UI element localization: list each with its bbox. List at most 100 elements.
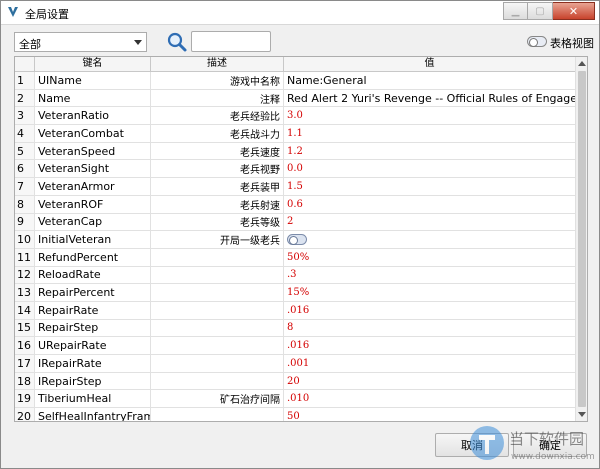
value-cell[interactable]: 3.0 — [284, 107, 575, 124]
description-cell: 老兵装甲 — [151, 178, 284, 195]
description-cell: 老兵视野 — [151, 160, 284, 178]
chevron-down-icon — [134, 40, 142, 45]
key-cell: VeteranRatio — [35, 107, 151, 125]
value-cell[interactable]: .016 — [284, 302, 575, 319]
table-row[interactable]: 14 RepairRate .016 — [15, 301, 575, 320]
table-row[interactable]: 7 VeteranArmor 老兵装甲 1.5 — [15, 178, 575, 196]
value-cell[interactable]: .3 — [284, 267, 575, 284]
value-cell[interactable]: .001 — [284, 355, 575, 372]
table-row[interactable]: 11 RefundPercent 50% — [15, 248, 575, 267]
scroll-down-arrow-icon[interactable] — [578, 412, 586, 417]
row-number: 17 — [15, 355, 35, 372]
description-cell — [151, 408, 284, 421]
description-cell: 矿石治疗间隔 — [151, 390, 284, 408]
minimize-button[interactable]: ▁ — [503, 2, 528, 20]
close-button[interactable]: ✕ — [553, 2, 595, 20]
title-bar[interactable]: 全局设置 ▁ ▢ ✕ — [1, 1, 599, 25]
description-cell — [151, 266, 284, 284]
column-header-desc[interactable]: 描述 — [151, 57, 284, 72]
key-cell: IRepairStep — [35, 372, 151, 390]
description-cell: 游戏中名称 — [151, 72, 284, 89]
search-icon[interactable] — [166, 31, 188, 53]
ok-button[interactable]: 确定 — [513, 433, 587, 457]
table-row[interactable]: 19 TiberiumHeal 矿石治疗间隔 .010 — [15, 390, 575, 409]
key-cell: VeteranArmor — [35, 178, 151, 195]
table-row[interactable]: 17 IRepairRate .001 — [15, 355, 575, 373]
column-header-key[interactable]: 键名 — [35, 57, 151, 72]
table-row[interactable]: 15 RepairStep 8 — [15, 319, 575, 338]
value-cell[interactable]: 50 — [284, 408, 575, 421]
table-row[interactable]: 3 VeteranRatio 老兵经验比 3.0 — [15, 107, 575, 126]
value-cell[interactable]: Name:General — [284, 72, 575, 89]
value-cell[interactable]: 0.6 — [284, 196, 575, 213]
table-row[interactable]: 9 VeteranCap 老兵等级 2 — [15, 213, 575, 232]
key-cell: RepairRate — [35, 301, 151, 319]
app-logo-icon — [8, 7, 18, 17]
table-row[interactable]: 6 VeteranSight 老兵视野 0.0 — [15, 160, 575, 179]
maximize-button[interactable]: ▢ — [528, 2, 553, 20]
vertical-scrollbar[interactable] — [575, 57, 587, 421]
key-cell: VeteranCombat — [35, 125, 151, 142]
table-row[interactable]: 1 UIName 游戏中名称 Name:General — [15, 72, 575, 90]
table-row[interactable]: 2 Name 注释 Red Alert 2 Yuri's Revenge -- Off… — [15, 89, 575, 108]
value-cell[interactable]: 0.0 — [284, 160, 575, 177]
settings-window: 全局设置 ▁ ▢ ✕ 全部 表格视图 键名 描述 值 1 UIName 游戏中名称 N… — [0, 0, 600, 469]
window-title: 全局设置 — [25, 8, 69, 21]
filter-dropdown[interactable]: 全部 — [14, 32, 147, 52]
key-cell: InitialVeteran — [35, 231, 151, 248]
key-cell: RefundPercent — [35, 248, 151, 266]
search-input[interactable] — [191, 31, 271, 52]
value-cell[interactable] — [284, 231, 575, 248]
description-cell — [151, 319, 284, 337]
table-row[interactable]: 8 VeteranROF 老兵射速 0.6 — [15, 195, 575, 214]
table-body: 1 UIName 游戏中名称 Name:General 2 Name 注释 Red Alert… — [15, 72, 575, 421]
table-header: 键名 描述 值 — [15, 57, 587, 72]
table-row[interactable]: 10 InitialVeteran 开局一级老兵 — [15, 231, 575, 249]
value-cell[interactable]: 1.1 — [284, 125, 575, 142]
description-cell: 开局一级老兵 — [151, 231, 284, 248]
column-header-value[interactable]: 值 — [284, 57, 575, 72]
value-cell[interactable]: 20 — [284, 373, 575, 390]
initial-veteran-toggle[interactable] — [287, 234, 307, 246]
value-cell[interactable]: 8 — [284, 320, 575, 337]
table-row[interactable]: 13 RepairPercent 15% — [15, 284, 575, 302]
value-cell[interactable]: 2 — [284, 214, 575, 231]
key-cell: SelfHealInfantryFrames — [35, 408, 151, 421]
row-number: 12 — [15, 266, 35, 284]
table-row[interactable]: 4 VeteranCombat 老兵战斗力 1.1 — [15, 125, 575, 143]
value-cell[interactable]: 50% — [284, 249, 575, 266]
row-number: 18 — [15, 372, 35, 390]
value-cell[interactable]: Red Alert 2 Yuri's Revenge -- Official R… — [284, 90, 575, 107]
description-cell — [151, 248, 284, 266]
scroll-up-arrow-icon[interactable] — [578, 61, 586, 66]
description-cell — [151, 301, 284, 319]
value-cell[interactable]: .016 — [284, 337, 575, 354]
description-cell — [151, 337, 284, 354]
description-cell — [151, 284, 284, 301]
table-row[interactable]: 12 ReloadRate .3 — [15, 266, 575, 285]
row-number: 11 — [15, 248, 35, 266]
row-number: 9 — [15, 213, 35, 231]
table-row[interactable]: 16 URepairRate .016 — [15, 337, 575, 355]
key-cell: IRepairRate — [35, 355, 151, 372]
table-view-label: 表格视图 — [550, 37, 594, 50]
row-number: 8 — [15, 195, 35, 213]
scrollbar-thumb[interactable] — [578, 71, 586, 407]
value-cell[interactable]: 1.2 — [284, 143, 575, 160]
table-row[interactable]: 20SelfHealInfantryFrames 50 — [15, 408, 575, 421]
key-cell: VeteranCap — [35, 213, 151, 231]
table-view-toggle[interactable] — [527, 36, 547, 47]
table-row[interactable]: 18 IRepairStep 20 — [15, 372, 575, 391]
description-cell — [151, 372, 284, 390]
row-number: 7 — [15, 178, 35, 195]
description-cell: 老兵等级 — [151, 213, 284, 231]
table-row[interactable]: 5 VeteranSpeed 老兵速度 1.2 — [15, 142, 575, 161]
description-cell: 老兵速度 — [151, 142, 284, 160]
key-cell: RepairPercent — [35, 284, 151, 301]
header-corner — [15, 57, 35, 72]
row-number: 1 — [15, 72, 35, 89]
value-cell[interactable]: 1.5 — [284, 178, 575, 195]
value-cell[interactable]: .010 — [284, 390, 575, 407]
value-cell[interactable]: 15% — [284, 284, 575, 301]
cancel-button[interactable]: 取消 — [435, 433, 509, 457]
